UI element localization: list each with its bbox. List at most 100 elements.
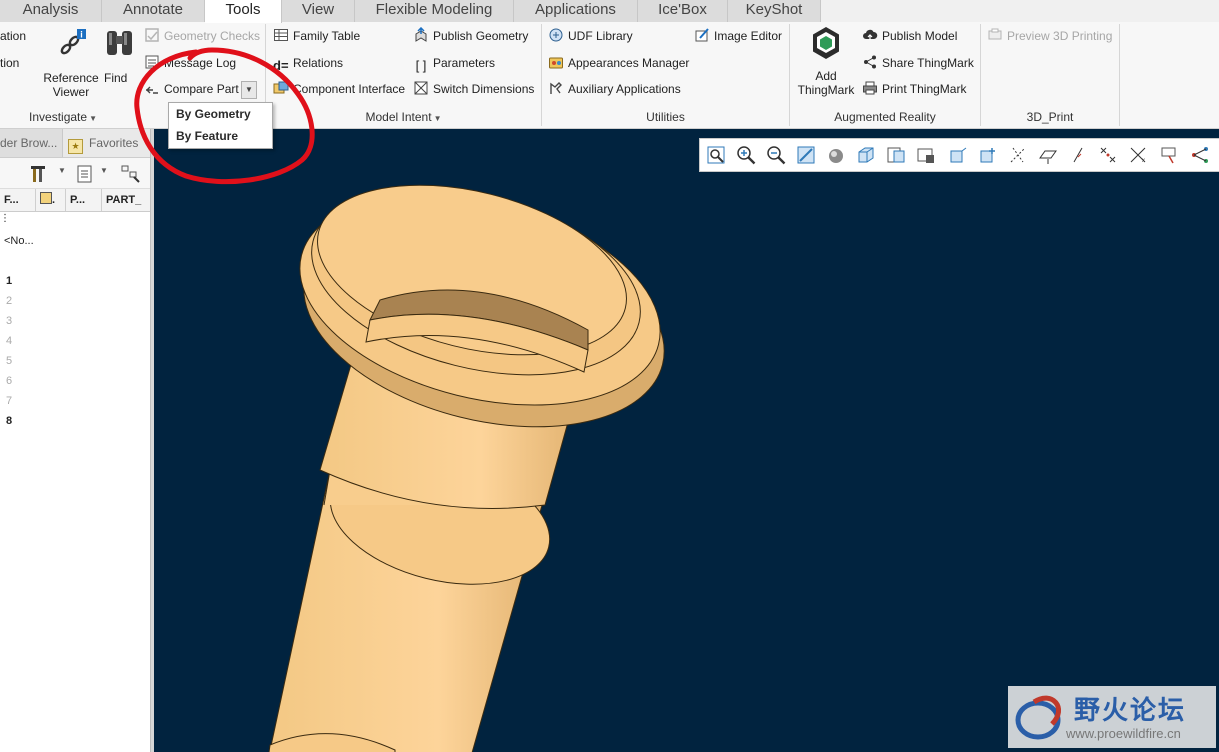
tree-row-number[interactable]: 3 (6, 315, 12, 327)
show-list-icon[interactable] (76, 165, 94, 183)
tab-icebox[interactable]: Ice'Box (638, 0, 728, 22)
publish-model-button[interactable]: Publish Model (862, 25, 957, 47)
preview-3d-printing-label: Preview 3D Printing (1007, 29, 1113, 43)
augmented-reality-group-label: Augmented Reality (834, 110, 936, 124)
tab-tools[interactable]: Tools (205, 0, 282, 23)
forum-watermark-logo: 野火论坛 www.proewildfire.cn (1008, 686, 1216, 748)
column-header-feature[interactable]: F... (0, 189, 36, 211)
axis-display-icon[interactable] (1008, 145, 1028, 165)
by-geometry-menu-item[interactable]: By Geometry (169, 103, 272, 125)
message-log-label: Message Log (164, 56, 237, 70)
column-header-part[interactable]: PART_ (102, 189, 150, 211)
view-manager-icon[interactable] (886, 145, 906, 165)
tree-row-number[interactable]: 6 (6, 375, 12, 387)
tree-row-number[interactable]: 8 (6, 415, 12, 427)
3d-part-model[interactable] (154, 129, 1219, 752)
tree-row-number[interactable]: 7 (6, 395, 12, 407)
udf-library-button[interactable]: UDF Library (548, 25, 633, 47)
tab-analysis[interactable]: Analysis (0, 0, 102, 22)
tree-row-number[interactable]: 4 (6, 335, 12, 347)
datum-display-icon[interactable] (978, 145, 998, 165)
preview-3d-printing-button[interactable]: Preview 3D Printing (987, 25, 1112, 47)
publish-geometry-label: Publish Geometry (433, 29, 529, 43)
tab-view[interactable]: View (282, 0, 355, 22)
repaint-icon[interactable] (796, 145, 816, 165)
reference-viewer-button[interactable]: i Reference Viewer (40, 28, 102, 99)
tab-keyshot[interactable]: KeyShot (728, 0, 821, 22)
tree-row-text[interactable]: <No... (4, 235, 34, 247)
annotation-display-icon[interactable] (1160, 145, 1180, 165)
tree-row-number[interactable]: 5 (6, 355, 12, 367)
parameters-button[interactable]: [ ] Parameters (413, 52, 495, 74)
chevron-down-icon: ▼ (433, 114, 442, 123)
appearances-manager-button[interactable]: Appearances Manager (548, 52, 689, 74)
chevron-down-icon[interactable]: ▼ (100, 166, 108, 175)
appearances-manager-label: Appearances Manager (568, 56, 690, 70)
refit-icon[interactable] (706, 145, 726, 165)
perspective-view-icon[interactable] (916, 145, 936, 165)
saved-orientations-icon[interactable] (856, 145, 876, 165)
clipped-command-mid[interactable]: tion (0, 52, 19, 74)
by-feature-menu-item[interactable]: By Feature (169, 125, 272, 147)
cloud-upload-icon (863, 29, 878, 40)
tab-folder-browser[interactable]: der Brow... (0, 129, 63, 157)
switch-dimensions-button[interactable]: Switch Dimensions (413, 78, 534, 100)
share-thingmark-button[interactable]: Share ThingMark (862, 52, 974, 74)
parameters-label: Parameters (433, 56, 496, 70)
tab-flexible-modeling[interactable]: Flexible Modeling (355, 0, 514, 22)
reference-viewer-label-1: Reference (43, 71, 99, 85)
add-thingmark-button[interactable]: Add ThingMark (796, 26, 856, 97)
zoom-out-icon[interactable] (766, 145, 786, 165)
publish-geometry-button[interactable]: Publish Geometry (413, 25, 528, 47)
investigate-group-label[interactable]: Investigate ▼ (0, 110, 126, 124)
plane-display-icon[interactable] (1038, 145, 1058, 165)
forum-watermark-title: 野火论坛 (1074, 696, 1187, 726)
find-button[interactable]: Find (104, 28, 138, 85)
compare-part-icon (146, 86, 158, 94)
family-table-button[interactable]: Family Table (273, 25, 360, 47)
clipped-command-top[interactable]: ation (0, 25, 26, 47)
tree-settings-icon[interactable] (30, 164, 52, 184)
point-display-icon[interactable] (1068, 145, 1088, 165)
tree-marker: ⋮ (0, 213, 10, 224)
utilities-group-label: Utilities (646, 110, 685, 124)
section-icon[interactable] (948, 145, 968, 165)
graphics-window[interactable] (154, 129, 1219, 752)
chevron-down-icon[interactable]: ▼ (58, 166, 66, 175)
compare-part-dropdown-arrow[interactable]: ▼ (241, 81, 257, 99)
tab-favorites[interactable]: ★ Favorites (68, 129, 150, 157)
relations-button[interactable]: d= Relations (273, 52, 343, 74)
message-log-button[interactable]: Message Log (144, 52, 236, 74)
print-thingmark-button[interactable]: Print ThingMark (862, 78, 966, 100)
tree-row-number[interactable]: 1 (6, 275, 12, 287)
geometry-checks-button[interactable]: Geometry Checks (144, 25, 260, 47)
compare-part-button[interactable]: Compare Part ▼ (144, 78, 257, 100)
auxiliary-applications-button[interactable]: Auxiliary Applications (548, 78, 681, 100)
component-interface-button[interactable]: Component Interface (273, 78, 405, 100)
auxiliary-applications-label: Auxiliary Applications (568, 82, 681, 96)
display-style-icon[interactable] (826, 145, 846, 165)
component-interface-icon (273, 81, 289, 94)
model-tree-column-header: F... . P... PART_ (0, 189, 150, 212)
tab-applications[interactable]: Applications (514, 0, 638, 22)
model-intent-group-label[interactable]: Model Intent ▼ (266, 110, 541, 124)
spin-center-icon[interactable]: x (1128, 145, 1148, 165)
3d-print-group-label: 3D_Print (1026, 110, 1074, 124)
auxiliary-applications-icon (550, 82, 562, 94)
image-editor-button[interactable]: Image Editor (694, 25, 782, 47)
column-header-icon[interactable]: . (36, 189, 66, 211)
share-thingmark-label: Share ThingMark (882, 56, 974, 70)
csys-display-icon[interactable] (1098, 145, 1118, 165)
relations-icon: d= (273, 58, 289, 73)
tab-annotate[interactable]: Annotate (102, 0, 205, 22)
relations-display-icon[interactable] (1190, 145, 1210, 165)
zoom-in-icon[interactable] (736, 145, 756, 165)
find-label: Find (104, 71, 128, 85)
tree-filter-icon[interactable] (120, 164, 142, 184)
family-table-icon (274, 29, 288, 41)
column-header-p[interactable]: P... (66, 189, 102, 211)
model-tree-panel: der Brow... ★ Favorites ▼ ▼ F... . P... P… (0, 129, 150, 752)
tree-row-number[interactable]: 2 (6, 295, 12, 307)
reference-viewer-label-2: Viewer (52, 85, 90, 99)
share-icon (864, 55, 876, 69)
